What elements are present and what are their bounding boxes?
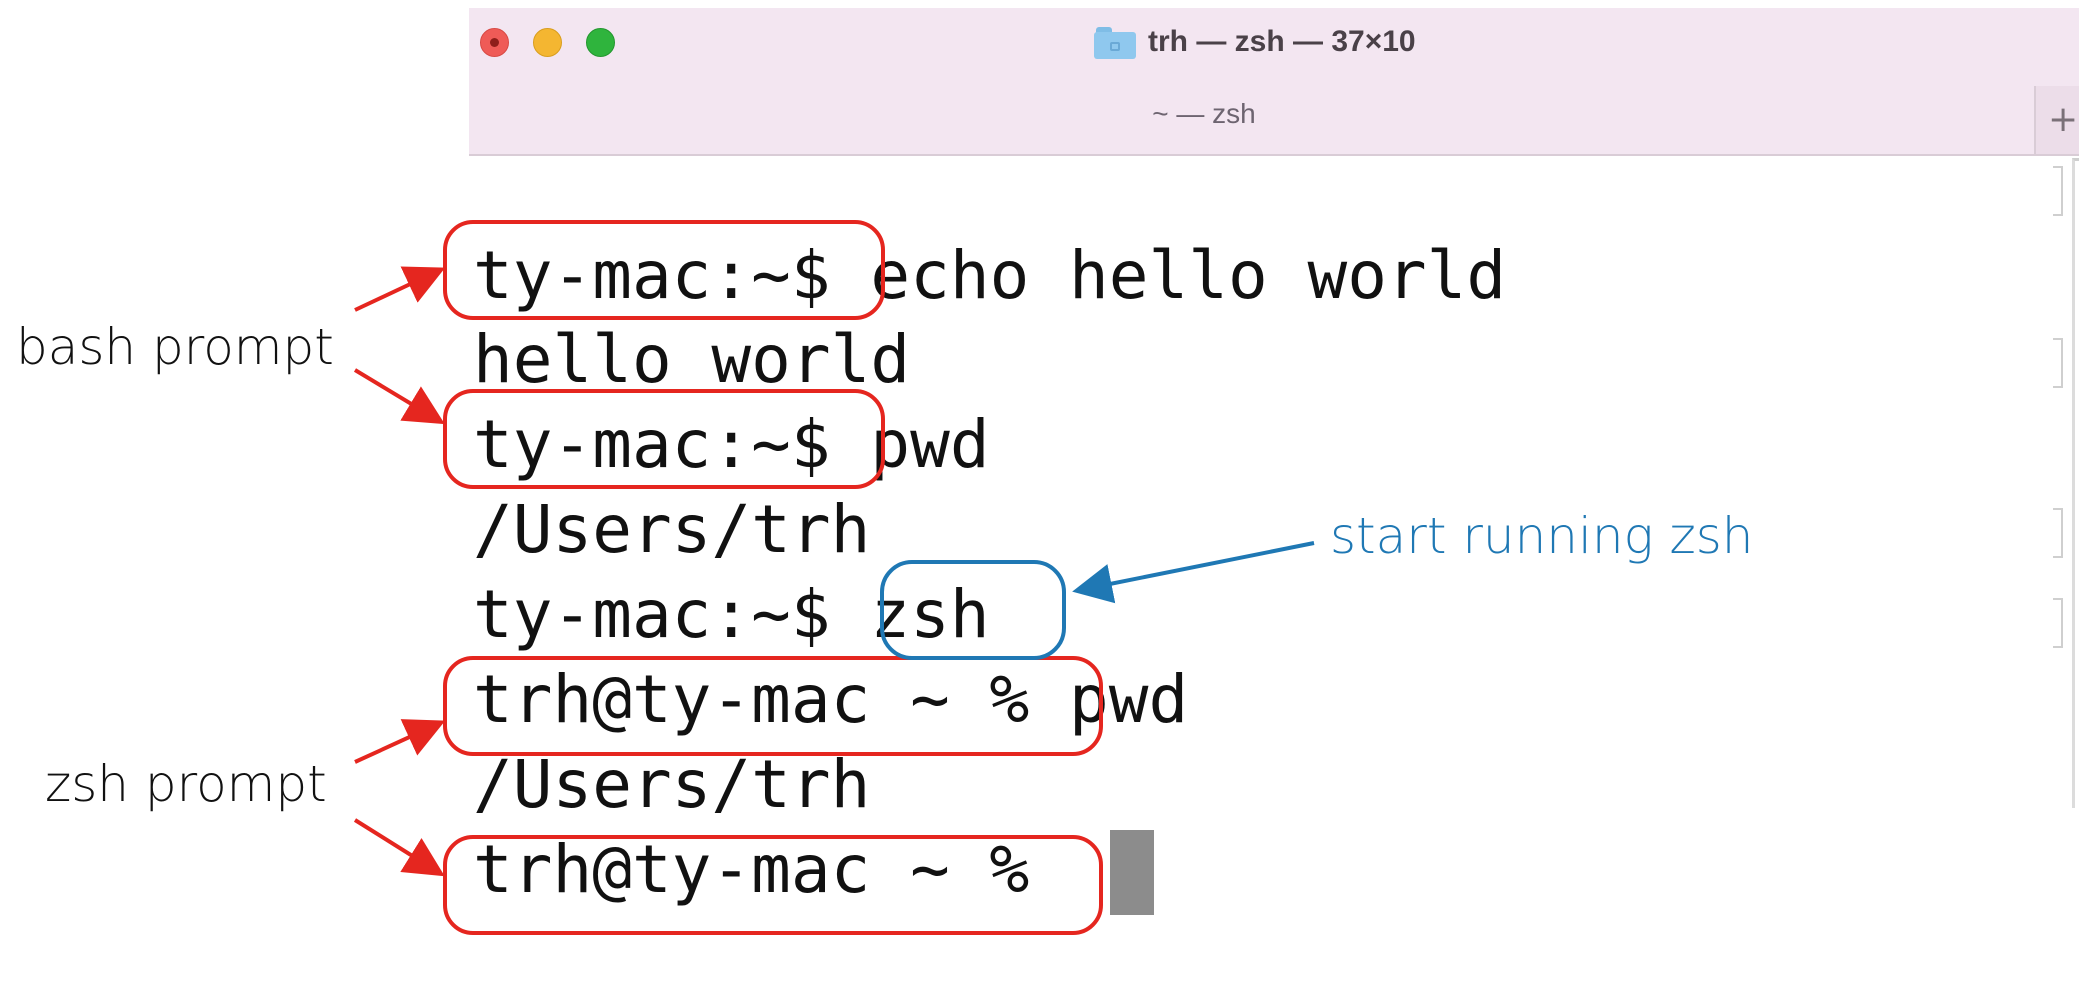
terminal-line: ty-mac:~$ echo hello world xyxy=(473,236,1506,316)
terminal-output: /Users/trh xyxy=(473,491,871,568)
zsh-prompt: trh@ty-mac ~ % xyxy=(473,831,1030,908)
slide-canvas: trh — zsh — 37×10 ~ — zsh + ty-mac:~$ ec… xyxy=(0,0,2079,1005)
command-text: pwd xyxy=(870,406,990,483)
command-text: echo hello world xyxy=(870,237,1507,314)
zsh-prompt: trh@ty-mac ~ % xyxy=(473,661,1030,738)
minimize-button[interactable] xyxy=(533,28,562,57)
terminal-output: hello world xyxy=(473,321,911,398)
command-text: pwd xyxy=(1069,661,1189,738)
scrollbar[interactable] xyxy=(2072,158,2079,808)
tab-title[interactable]: ~ — zsh xyxy=(469,98,2079,130)
scroll-marker xyxy=(2053,598,2063,648)
zsh-arrow xyxy=(353,818,445,877)
close-button[interactable] xyxy=(480,28,509,57)
scroll-marker xyxy=(2053,508,2063,558)
command-text: zsh xyxy=(870,576,990,653)
terminal-line: trh@ty-mac ~ % xyxy=(473,830,1029,910)
text-cursor xyxy=(1110,830,1154,915)
window-titlebar: trh — zsh — 37×10 ~ — zsh + xyxy=(469,8,2079,156)
zsh-prompt-label: zsh prompt xyxy=(45,755,327,813)
folder-icon xyxy=(1094,25,1136,59)
terminal-line: trh@ty-mac ~ % pwd xyxy=(473,660,1188,740)
new-tab-button[interactable]: + xyxy=(2034,86,2079,154)
bash-prompt: ty-mac:~$ xyxy=(473,406,831,483)
scroll-marker xyxy=(2053,338,2063,388)
bash-prompt: ty-mac:~$ xyxy=(473,576,831,653)
scroll-marker xyxy=(2053,166,2063,216)
terminal-output: /Users/trh xyxy=(473,746,871,823)
bash-prompt: ty-mac:~$ xyxy=(473,237,831,314)
window-title-group: trh — zsh — 37×10 xyxy=(1094,22,1416,62)
bash-arrow xyxy=(353,368,445,425)
zsh-arrow xyxy=(354,719,446,764)
terminal-line: ty-mac:~$ pwd xyxy=(473,405,990,485)
window-title: trh — zsh — 37×10 xyxy=(1148,25,1416,58)
bash-arrow xyxy=(354,266,446,312)
terminal-line: ty-mac:~$ zsh xyxy=(473,575,990,655)
start-zsh-label: start running zsh xyxy=(1330,507,1754,565)
bash-prompt-label: bash prompt xyxy=(16,318,334,376)
maximize-button[interactable] xyxy=(586,28,615,57)
